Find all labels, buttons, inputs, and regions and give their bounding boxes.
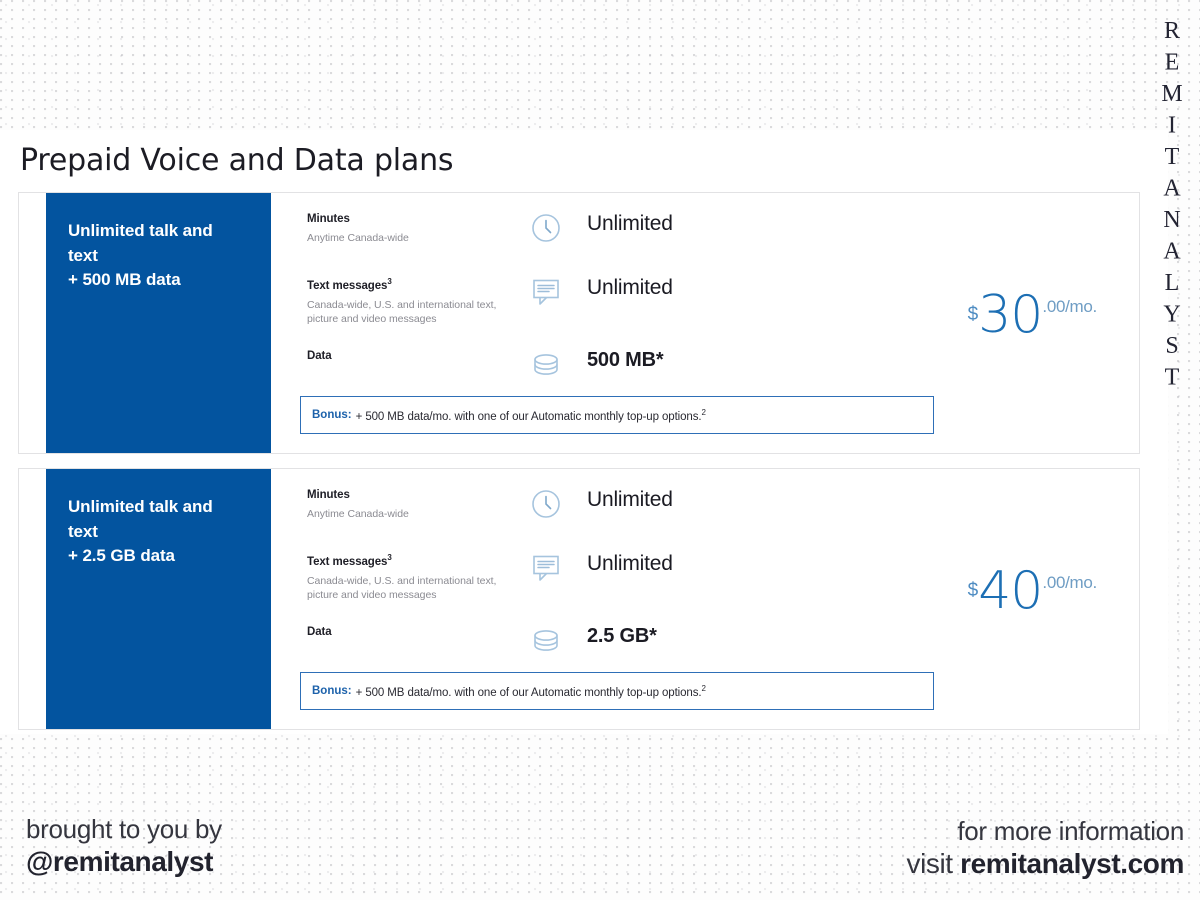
plan-banner-line-1: Unlimited talk and bbox=[68, 221, 213, 240]
feature-value: Unlimited bbox=[587, 276, 673, 299]
bonus-label: Bonus: bbox=[312, 685, 352, 697]
feature-label-text: Text messages bbox=[307, 279, 388, 292]
feature-label-text: Data bbox=[307, 626, 332, 639]
feature-row: Minutes Anytime Canada-wide Unlimited bbox=[307, 487, 947, 531]
bonus-superscript: 2 bbox=[701, 407, 706, 417]
feature-row: Minutes Anytime Canada-wide Unlimited bbox=[307, 211, 947, 255]
plan-price: $ 40 .00/mo. bbox=[967, 561, 1098, 621]
feature-label-text: Minutes bbox=[307, 213, 350, 225]
plan-banner-line-2: text bbox=[68, 521, 98, 541]
database-icon bbox=[529, 348, 587, 382]
feature-value: 2.5 GB* bbox=[587, 625, 657, 648]
price-currency: $ bbox=[967, 304, 979, 325]
feature-label-superscript: 3 bbox=[387, 277, 392, 286]
page-title: Prepaid Voice and Data plans bbox=[20, 143, 454, 178]
bonus-label: Bonus: bbox=[312, 409, 352, 421]
price-amount: 30 bbox=[978, 285, 1043, 345]
footer-attribution: brought to you by @remitanalyst bbox=[26, 814, 222, 878]
feature-label-block: Data bbox=[307, 624, 529, 638]
plan-card-list: Unlimited talk and text + 500 MB data Mi… bbox=[18, 192, 1140, 744]
plan-feature-list: Minutes Anytime Canada-wide Unlimited Te… bbox=[307, 487, 947, 668]
footer-more-info-line: for more information bbox=[957, 816, 1184, 847]
feature-sublabel: Canada-wide, U.S. and international text… bbox=[307, 298, 497, 325]
footer-website-line: visit remitanalyst.com bbox=[906, 847, 1184, 880]
bonus-box: Bonus: + 500 MB data/mo. with one of our… bbox=[300, 672, 934, 710]
footer-handle: @remitanalyst bbox=[26, 845, 214, 877]
feature-row: Data 2.5 GB* bbox=[307, 624, 947, 668]
vertical-brand-text: REMITANALYST bbox=[1159, 18, 1185, 396]
plan-banner-text: Unlimited talk and text + 2.5 GB data bbox=[68, 495, 249, 569]
price-amount: 40 bbox=[978, 561, 1043, 621]
plan-price: $ 30 .00/mo. bbox=[967, 285, 1098, 345]
feature-label: Data bbox=[307, 626, 529, 638]
plan-card[interactable]: Unlimited talk and text + 2.5 GB data Mi… bbox=[18, 468, 1140, 730]
feature-label: Minutes bbox=[307, 489, 529, 501]
price-currency: $ bbox=[967, 580, 979, 601]
database-icon bbox=[529, 624, 587, 658]
plan-banner-line-2: text bbox=[68, 245, 98, 265]
bonus-text: + 500 MB data/mo. with one of our Automa… bbox=[356, 684, 706, 699]
plan-banner-line-1: Unlimited talk and bbox=[68, 497, 213, 516]
feature-label: Data bbox=[307, 350, 529, 362]
plan-banner: Unlimited talk and text + 500 MB data bbox=[46, 193, 271, 453]
plan-banner: Unlimited talk and text + 2.5 GB data bbox=[46, 469, 271, 729]
feature-label: Minutes bbox=[307, 213, 529, 225]
price-suffix: .00/mo. bbox=[1042, 573, 1097, 592]
plan-banner-line-3: + 2.5 GB data bbox=[68, 546, 175, 566]
footer-more-info: for more information visit remitanalyst.… bbox=[906, 816, 1184, 880]
feature-label-text: Data bbox=[307, 350, 332, 363]
bonus-text: + 500 MB data/mo. with one of our Automa… bbox=[356, 408, 706, 423]
footer-website-url[interactable]: remitanalyst.com bbox=[960, 848, 1184, 879]
price-suffix: .00/mo. bbox=[1042, 297, 1097, 316]
chat-bubble-icon bbox=[529, 275, 587, 309]
feature-sublabel: Canada-wide, U.S. and international text… bbox=[307, 574, 497, 601]
feature-label-text: Text messages bbox=[307, 555, 388, 568]
clock-icon bbox=[529, 211, 587, 245]
feature-sublabel: Anytime Canada-wide bbox=[307, 232, 409, 244]
feature-label-block: Minutes Anytime Canada-wide bbox=[307, 487, 529, 521]
feature-value: Unlimited bbox=[587, 488, 673, 511]
plan-banner-text: Unlimited talk and text + 500 MB data bbox=[68, 219, 249, 293]
footer-brought-to-you-by: brought to you by bbox=[26, 814, 222, 845]
feature-row: Text messages3 Canada-wide, U.S. and int… bbox=[307, 275, 947, 326]
feature-sublabel: Anytime Canada-wide bbox=[307, 508, 409, 520]
vertical-brand-wordmark: REMITANALYST bbox=[1150, 18, 1194, 396]
feature-label-text: Minutes bbox=[307, 489, 350, 501]
feature-value: Unlimited bbox=[587, 552, 673, 575]
footer-visit-label: visit bbox=[906, 847, 961, 879]
feature-row: Text messages3 Canada-wide, U.S. and int… bbox=[307, 551, 947, 602]
plan-feature-list: Minutes Anytime Canada-wide Unlimited Te… bbox=[307, 211, 947, 392]
feature-label-block: Text messages3 Canada-wide, U.S. and int… bbox=[307, 551, 529, 602]
feature-value: Unlimited bbox=[587, 212, 673, 235]
feature-value: 500 MB* bbox=[587, 349, 664, 372]
plan-card[interactable]: Unlimited talk and text + 500 MB data Mi… bbox=[18, 192, 1140, 454]
feature-label-superscript: 3 bbox=[387, 553, 392, 562]
clock-icon bbox=[529, 487, 587, 521]
feature-label-block: Data bbox=[307, 348, 529, 362]
feature-label: Text messages3 bbox=[307, 277, 529, 292]
feature-label-block: Text messages3 Canada-wide, U.S. and int… bbox=[307, 275, 529, 326]
plan-banner-line-3: + 500 MB data bbox=[68, 270, 181, 290]
feature-label-block: Minutes Anytime Canada-wide bbox=[307, 211, 529, 245]
chat-bubble-icon bbox=[529, 551, 587, 585]
feature-row: Data 500 MB* bbox=[307, 348, 947, 392]
feature-label: Text messages3 bbox=[307, 553, 529, 568]
bonus-superscript: 2 bbox=[701, 683, 706, 693]
bonus-text-body: + 500 MB data/mo. with one of our Automa… bbox=[355, 686, 702, 699]
bonus-box: Bonus: + 500 MB data/mo. with one of our… bbox=[300, 396, 934, 434]
bonus-text-body: + 500 MB data/mo. with one of our Automa… bbox=[355, 410, 702, 423]
